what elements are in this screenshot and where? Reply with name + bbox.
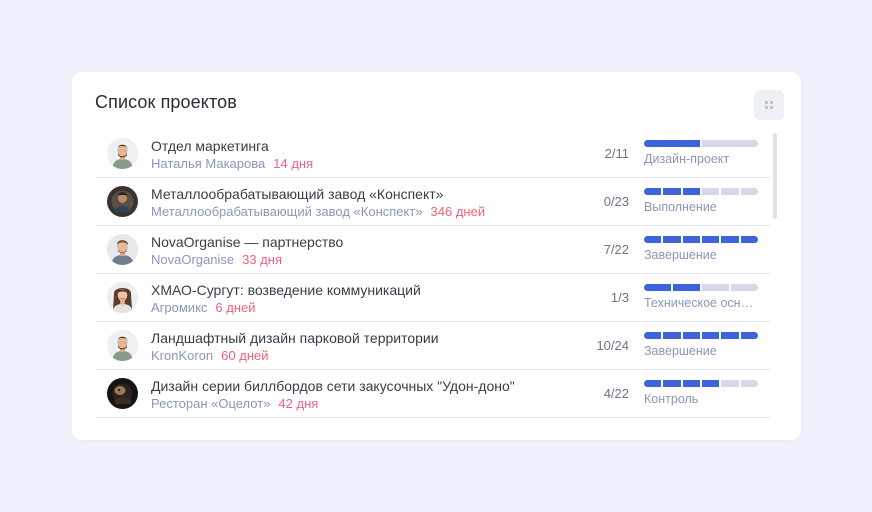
progress-segment-empty bbox=[721, 380, 739, 387]
project-row[interactable]: Отдел маркетинга Наталья Макарова 14 дня … bbox=[96, 130, 770, 178]
task-count: 4/22 bbox=[603, 386, 629, 401]
progress-segment-filled bbox=[663, 332, 681, 339]
progress-bar bbox=[644, 236, 758, 243]
progress-bar bbox=[644, 188, 758, 195]
person-avatar bbox=[107, 138, 138, 169]
project-subtitle: Металлообрабатывающий завод «Конспект» 34… bbox=[151, 204, 485, 219]
project-company: Наталья Макарова bbox=[151, 156, 266, 171]
progress-segment-filled bbox=[644, 380, 662, 387]
project-title: Металлообрабатывающий завод «Конспект» bbox=[151, 186, 444, 202]
project-title: ХМАО-Сургут: возведение коммуникаций bbox=[151, 282, 421, 298]
project-subtitle: Агромикс 6 дней bbox=[151, 300, 256, 315]
project-row[interactable]: ХМАО-Сургут: возведение коммуникаций Агр… bbox=[96, 274, 770, 322]
progress-segment-filled bbox=[740, 236, 758, 243]
progress-bar bbox=[644, 332, 758, 339]
project-row[interactable]: Металлообрабатывающий завод «Конспект» М… bbox=[96, 178, 770, 226]
progress-segment-empty bbox=[740, 188, 758, 195]
person-avatar bbox=[107, 330, 138, 361]
project-title: Отдел маркетинга bbox=[151, 138, 269, 154]
progress-segment-empty bbox=[731, 284, 758, 291]
progress-segment-filled bbox=[701, 332, 720, 339]
project-subtitle: KronKoron 60 дней bbox=[151, 348, 268, 363]
progress-segment-filled bbox=[701, 380, 720, 387]
project-days: 6 дней bbox=[215, 300, 256, 315]
progress-segment-filled bbox=[644, 332, 662, 339]
project-subtitle: Ресторан «Оцелот» 42 дня bbox=[151, 396, 318, 411]
progress-segment-empty bbox=[702, 284, 729, 291]
project-company: Ресторан «Оцелот» bbox=[151, 396, 271, 411]
progress-segment-filled bbox=[663, 188, 681, 195]
progress-segment-filled bbox=[644, 284, 671, 291]
project-subtitle: Наталья Макарова 14 дня bbox=[151, 156, 313, 171]
project-stage: Завершение bbox=[644, 344, 717, 358]
progress-segment-filled bbox=[663, 236, 681, 243]
task-count: 2/11 bbox=[604, 146, 629, 161]
project-title: Дизайн серии биллбордов сети закусочных … bbox=[151, 378, 515, 394]
progress-segment-empty bbox=[701, 188, 720, 195]
progress-segment-filled bbox=[682, 332, 700, 339]
project-stage: Контроль bbox=[644, 392, 699, 406]
company-avatar bbox=[107, 378, 138, 409]
project-stage: Завершение bbox=[644, 248, 717, 262]
project-row[interactable]: Ландшафтный дизайн парковой территории K… bbox=[96, 322, 770, 370]
progress-bar bbox=[644, 284, 758, 291]
projects-card: Список проектов Отдел маркетинга Наталья… bbox=[72, 72, 801, 440]
progress-segment-filled bbox=[644, 140, 700, 147]
project-title: NovaOrganise — партнерство bbox=[151, 234, 344, 250]
project-title: Ландшафтный дизайн парковой территории bbox=[151, 330, 439, 346]
task-count: 10/24 bbox=[596, 338, 629, 353]
project-days: 14 дня bbox=[273, 156, 314, 171]
card-title: Список проектов bbox=[95, 92, 237, 112]
project-subtitle: NovaOrganise 33 дня bbox=[151, 252, 282, 267]
project-stage: Дизайн-проект bbox=[644, 152, 730, 166]
progress-segment-filled bbox=[644, 188, 662, 195]
card-menu-button[interactable] bbox=[754, 90, 784, 120]
progress-segment-filled bbox=[721, 236, 739, 243]
task-count: 0/23 bbox=[603, 194, 629, 209]
project-days: 60 дней bbox=[221, 348, 269, 363]
company-avatar bbox=[107, 186, 138, 217]
projects-list: Отдел маркетинга Наталья Макарова 14 дня … bbox=[96, 130, 770, 418]
project-row[interactable]: NovaOrganise — партнерство NovaOrganise 3… bbox=[96, 226, 770, 274]
progress-segment-empty bbox=[740, 380, 758, 387]
progress-segment-filled bbox=[644, 236, 662, 243]
project-stage: Техническое основание bbox=[644, 296, 760, 310]
progress-segment-filled bbox=[721, 332, 739, 339]
progress-segment-filled bbox=[682, 188, 700, 195]
progress-segment-empty bbox=[721, 188, 739, 195]
progress-segment-filled bbox=[663, 380, 681, 387]
progress-segment-filled bbox=[682, 380, 700, 387]
progress-segment-filled bbox=[701, 236, 720, 243]
project-days: 346 дней bbox=[430, 204, 486, 219]
project-company: NovaOrganise bbox=[151, 252, 235, 267]
list-scrollbar[interactable] bbox=[773, 133, 777, 219]
progress-segment-empty bbox=[702, 140, 758, 147]
progress-bar bbox=[644, 380, 758, 387]
project-days: 42 дня bbox=[278, 396, 319, 411]
project-company: Металлообрабатывающий завод «Конспект» bbox=[151, 204, 423, 219]
person-avatar bbox=[107, 282, 138, 313]
progress-segment-filled bbox=[673, 284, 700, 291]
task-count: 7/22 bbox=[603, 242, 629, 257]
project-company: Агромикс bbox=[151, 300, 208, 315]
project-stage: Выполнение bbox=[644, 200, 717, 214]
project-row[interactable]: Дизайн серии биллбордов сети закусочных … bbox=[96, 370, 770, 418]
progress-segment-filled bbox=[682, 236, 700, 243]
progress-segment-filled bbox=[740, 332, 758, 339]
task-count: 1/3 bbox=[610, 290, 629, 305]
grid-icon bbox=[765, 101, 774, 110]
project-days: 33 дня bbox=[242, 252, 282, 267]
person-avatar bbox=[107, 234, 138, 265]
project-company: KronKoron bbox=[151, 348, 214, 363]
progress-bar bbox=[644, 140, 758, 147]
